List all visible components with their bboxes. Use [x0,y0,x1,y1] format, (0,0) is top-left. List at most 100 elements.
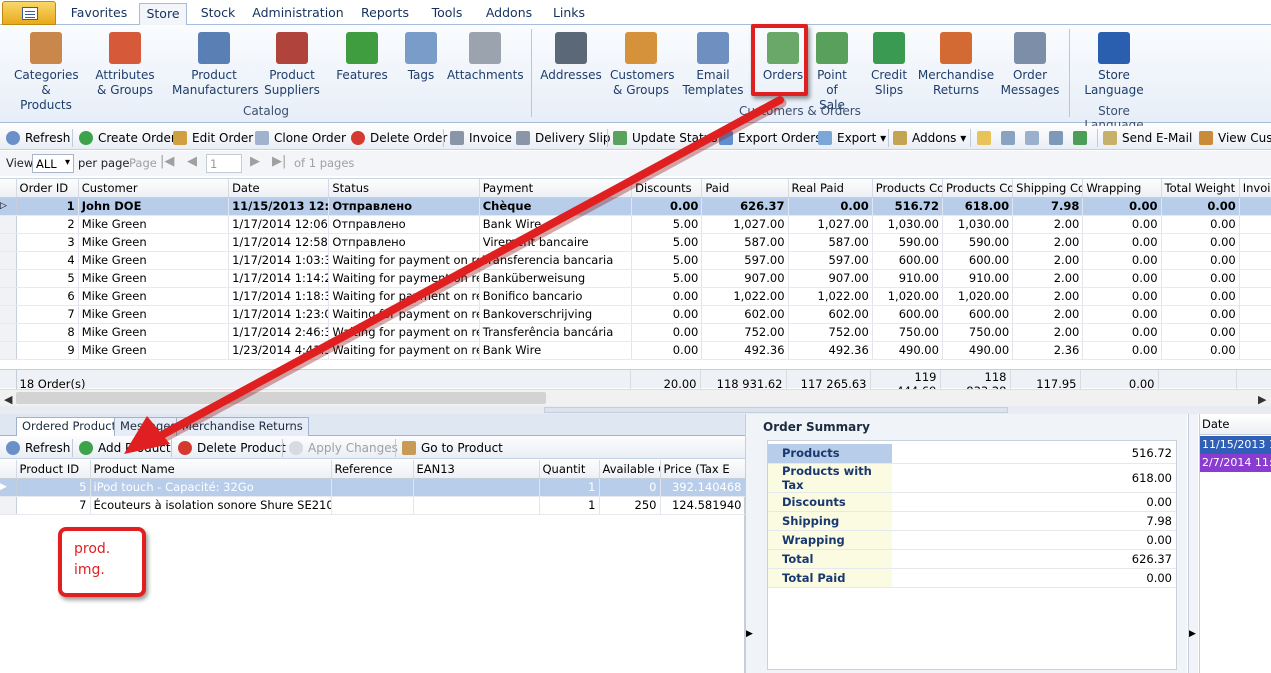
export-orders-button[interactable]: Export Orders [719,129,821,147]
ribbon-button-merchandise-returns[interactable]: Merchandise Returns [917,30,995,98]
tab-administration[interactable]: Administration [248,3,348,25]
column-header[interactable]: Customer [78,179,230,198]
column-header[interactable]: Paid [701,179,789,198]
table-row[interactable]: 7Mike Green1/17/2014 1:23:09 IWaiting fo… [0,305,1271,324]
column-header[interactable]: Product Name [90,460,332,479]
tab-links[interactable]: Links [544,3,594,25]
column-header[interactable]: Status [328,179,480,198]
sync-button[interactable] [1073,129,1092,147]
apply-changes-button[interactable]: Apply Changes [289,439,398,457]
ribbon-button-point-of-sale[interactable]: Point of Sale [812,30,852,113]
row-indicator[interactable] [0,215,17,234]
ribbon-button-features[interactable]: Features [336,30,388,83]
column-header[interactable]: Products Cos [942,179,1014,198]
export-dropdown-button[interactable]: Export ▾ [818,129,886,147]
column-header[interactable]: Product ID [16,460,91,479]
application-menu-button[interactable] [2,1,56,25]
scroll-thumb[interactable] [16,392,546,404]
table-row[interactable]: 4Mike Green1/17/2014 1:03:34 IWaiting fo… [0,251,1271,270]
table-row[interactable]: 7 Écouteurs à isolation sonore Shure SE21… [0,496,746,515]
horizontal-scrollbar[interactable]: ◀ ▶ [0,389,1271,406]
next-page-icon[interactable]: ▶ [250,154,260,169]
tab-reports[interactable]: Reports [354,3,416,25]
table-row[interactable]: ▷ 1 John DOE 11/15/2013 12:5 Отправлено Chèqu… [0,197,1271,216]
tab-store[interactable]: Store [139,3,187,26]
collapse-right-handle[interactable]: ▶ [1188,414,1198,673]
ribbon-button-email-templates[interactable]: Email Templates [682,30,744,98]
row-indicator[interactable] [0,341,17,360]
ribbon-button-order-messages[interactable]: Order Messages [1000,30,1060,98]
delete-order-button[interactable]: Delete Order [351,129,447,147]
column-header[interactable]: Shipping Cost [1012,179,1084,198]
expand-button[interactable] [1049,129,1068,147]
column-header[interactable]: Quantit [539,460,600,479]
tab-merchandise-returns[interactable]: Merchandise Returns [176,417,309,436]
scroll-right-icon[interactable]: ▶ [1258,393,1266,406]
column-header[interactable]: Available Qu [599,460,661,479]
row-indicator[interactable] [0,305,17,324]
invoice-button[interactable]: Invoice [450,129,512,147]
view-customer-button[interactable]: View Cust [1199,129,1271,147]
tab-ordered-products[interactable]: Ordered Products [16,417,129,437]
ribbon-button-customers-groups[interactable]: Customers & Groups [610,30,675,98]
ribbon-button-store-language[interactable]: Store Language [1080,30,1148,98]
column-header[interactable]: Real Paid [788,179,873,198]
ribbon-button-credit-slips[interactable]: Credit Slips [867,30,911,98]
addons-dropdown-button[interactable]: Addons ▾ [893,129,966,147]
panel-splitter[interactable] [0,406,1271,414]
column-header[interactable]: Products Cos [872,179,943,198]
ribbon-button-product-manufacturers[interactable]: Product Manufacturers [172,30,259,98]
column-header[interactable]: Price (Tax E [660,460,746,479]
fit-columns-button[interactable] [1025,129,1044,147]
tab-stock[interactable]: Stock [190,3,246,25]
first-page-icon[interactable]: |◀ [160,154,174,169]
tab-messages[interactable]: Messages [114,417,183,436]
view-select[interactable]: ALL ▾ [32,154,74,173]
refresh-button[interactable]: Refresh [6,129,70,147]
row-indicator[interactable] [0,251,17,270]
table-row[interactable]: 6Mike Green1/17/2014 1:18:39 IWaiting fo… [0,287,1271,306]
delivery-slip-button[interactable]: Delivery Slip [516,129,611,147]
date-row[interactable]: 11/15/2013 12 [1200,436,1271,454]
ribbon-button-tags[interactable]: Tags [404,30,438,83]
go-to-product-button[interactable]: Go to Product [402,439,503,457]
create-order-button[interactable]: Create Order [79,129,176,147]
columns-button[interactable] [1001,129,1020,147]
splitter-grip[interactable] [544,407,1008,413]
tab-addons[interactable]: Addons [478,3,540,25]
update-status-button[interactable]: Update Status [613,129,718,147]
ribbon-button-product-suppliers[interactable]: Product Suppliers [262,30,322,98]
collapse-left-handle[interactable]: ▶ [745,414,755,673]
last-page-icon[interactable]: ▶| [272,154,286,169]
refresh-products-button[interactable]: Refresh [6,439,70,457]
column-header[interactable]: Discounts [631,179,703,198]
column-header[interactable]: Reference [331,460,414,479]
delete-product-button[interactable]: Delete Product [178,439,286,457]
clone-order-button[interactable]: Clone Order [255,129,346,147]
tab-favorites[interactable]: Favorites [60,3,138,25]
ribbon-button-attachments[interactable]: Attachments [447,30,524,83]
row-indicator[interactable] [0,233,17,252]
row-indicator[interactable] [0,269,17,288]
table-row[interactable]: 8Mike Green1/17/2014 2:46:31 IWaiting fo… [0,323,1271,342]
page-input[interactable]: 1 [206,154,242,173]
grid-view-button[interactable] [977,129,996,147]
table-row[interactable]: 2Mike Green1/17/2014 12:06:07ОтправленоB… [0,215,1271,234]
send-email-button[interactable]: Send E-Mail [1103,129,1192,147]
row-indicator[interactable] [0,323,17,342]
date-row[interactable]: 2/7/2014 11:1 [1200,454,1271,472]
column-header[interactable]: Payment [479,179,633,198]
tab-tools[interactable]: Tools [420,3,474,25]
table-row[interactable]: 5Mike Green1/17/2014 1:14:27 IWaiting fo… [0,269,1271,288]
row-indicator[interactable] [0,287,17,306]
column-header[interactable]: Date [228,179,330,198]
column-header[interactable]: Wrapping [1082,179,1162,198]
row-indicator[interactable]: ▷ [0,197,17,216]
scroll-left-icon[interactable]: ◀ [4,393,12,406]
table-row[interactable]: ▶ 5 iPod touch - Capacité: 32Go 1 0 392.14046… [0,478,746,497]
edit-order-button[interactable]: Edit Order [173,129,253,147]
row-indicator[interactable]: ▶ [0,478,17,497]
column-header[interactable]: Invoice N [1239,179,1271,198]
ribbon-button-addresses[interactable]: Addresses [540,30,602,83]
column-header[interactable]: EAN13 [413,460,540,479]
